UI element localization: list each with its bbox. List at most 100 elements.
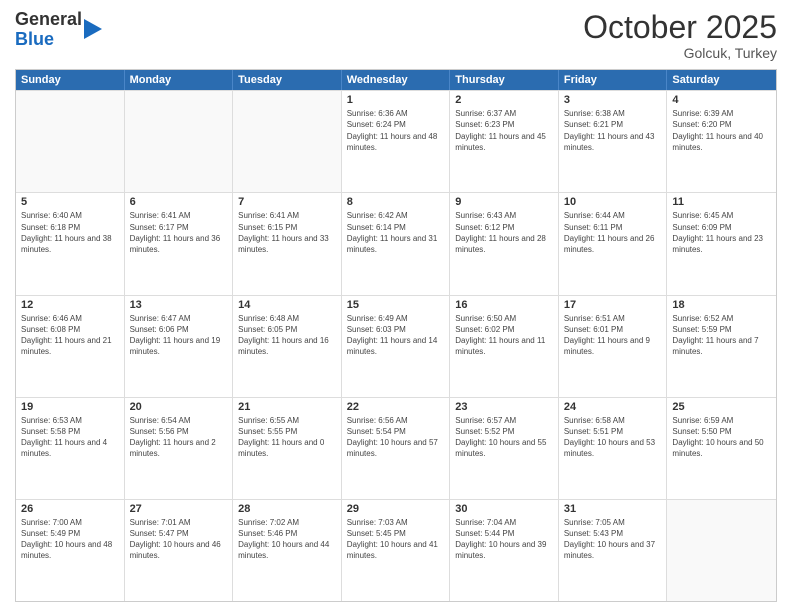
logo-general: General bbox=[15, 9, 82, 29]
day-cell-7: 7 Sunrise: 6:41 AM Sunset: 6:15 PM Daylig… bbox=[233, 193, 342, 294]
day-cell-16: 16 Sunrise: 6:50 AM Sunset: 6:02 PM Dayli… bbox=[450, 296, 559, 397]
day-info: Sunrise: 6:41 AM Sunset: 6:15 PM Dayligh… bbox=[238, 210, 336, 255]
calendar-row-3: 19 Sunrise: 6:53 AM Sunset: 5:58 PM Dayli… bbox=[16, 397, 776, 499]
day-cell-28: 28 Sunrise: 7:02 AM Sunset: 5:46 PM Dayli… bbox=[233, 500, 342, 601]
day-cell-15: 15 Sunrise: 6:49 AM Sunset: 6:03 PM Dayli… bbox=[342, 296, 451, 397]
day-info: Sunrise: 6:53 AM Sunset: 5:58 PM Dayligh… bbox=[21, 415, 119, 460]
day-info: Sunrise: 6:54 AM Sunset: 5:56 PM Dayligh… bbox=[130, 415, 228, 460]
day-cell-14: 14Sunrise: 6:48 AM Sunset: 6:05 PM Dayli… bbox=[233, 296, 342, 397]
day-cell-23: 23 Sunrise: 6:57 AM Sunset: 5:52 PM Dayli… bbox=[450, 398, 559, 499]
logo-icon bbox=[84, 19, 102, 41]
month-title: October 2025 bbox=[583, 10, 777, 45]
empty-cell bbox=[233, 91, 342, 192]
day-cell-25: 25 Sunrise: 6:59 AM Sunset: 5:50 PM Dayli… bbox=[667, 398, 776, 499]
day-number: 13 bbox=[130, 299, 228, 311]
header-day-monday: Monday bbox=[125, 70, 234, 90]
day-cell-29: 29Sunrise: 7:03 AM Sunset: 5:45 PM Dayli… bbox=[342, 500, 451, 601]
day-number: 26 bbox=[21, 503, 119, 515]
day-info: Sunrise: 6:55 AM Sunset: 5:55 PM Dayligh… bbox=[238, 415, 336, 460]
header-day-tuesday: Tuesday bbox=[233, 70, 342, 90]
day-number: 7 bbox=[238, 196, 336, 208]
day-info: Sunrise: 6:39 AM Sunset: 6:20 PM Dayligh… bbox=[672, 108, 771, 153]
day-cell-11: 11Sunrise: 6:45 AM Sunset: 6:09 PM Dayli… bbox=[667, 193, 776, 294]
day-number: 12 bbox=[21, 299, 119, 311]
day-cell-21: 21 Sunrise: 6:55 AM Sunset: 5:55 PM Dayli… bbox=[233, 398, 342, 499]
day-cell-30: 30 Sunrise: 7:04 AM Sunset: 5:44 PM Dayli… bbox=[450, 500, 559, 601]
day-cell-1: 1Sunrise: 6:36 AM Sunset: 6:24 PM Daylig… bbox=[342, 91, 451, 192]
calendar-header: SundayMondayTuesdayWednesdayThursdayFrid… bbox=[16, 70, 776, 90]
day-number: 21 bbox=[238, 401, 336, 413]
day-cell-31: 31 Sunrise: 7:05 AM Sunset: 5:43 PM Dayli… bbox=[559, 500, 668, 601]
header-day-thursday: Thursday bbox=[450, 70, 559, 90]
day-info: Sunrise: 7:01 AM Sunset: 5:47 PM Dayligh… bbox=[130, 517, 228, 562]
day-number: 27 bbox=[130, 503, 228, 515]
day-number: 8 bbox=[347, 196, 445, 208]
day-number: 23 bbox=[455, 401, 553, 413]
day-number: 10 bbox=[564, 196, 662, 208]
day-info: Sunrise: 6:44 AM Sunset: 6:11 PM Dayligh… bbox=[564, 210, 662, 255]
day-info: Sunrise: 7:05 AM Sunset: 5:43 PM Dayligh… bbox=[564, 517, 662, 562]
day-number: 4 bbox=[672, 94, 771, 106]
empty-cell bbox=[125, 91, 234, 192]
page: General Blue October 2025 Golcuk, Turkey… bbox=[0, 0, 792, 612]
day-info: Sunrise: 6:37 AM Sunset: 6:23 PM Dayligh… bbox=[455, 108, 553, 153]
day-info: Sunrise: 6:41 AM Sunset: 6:17 PM Dayligh… bbox=[130, 210, 228, 255]
day-number: 19 bbox=[21, 401, 119, 413]
day-info: Sunrise: 6:38 AM Sunset: 6:21 PM Dayligh… bbox=[564, 108, 662, 153]
day-cell-17: 17 Sunrise: 6:51 AM Sunset: 6:01 PM Dayli… bbox=[559, 296, 668, 397]
day-number: 25 bbox=[672, 401, 771, 413]
day-cell-10: 10 Sunrise: 6:44 AM Sunset: 6:11 PM Dayli… bbox=[559, 193, 668, 294]
day-info: Sunrise: 6:51 AM Sunset: 6:01 PM Dayligh… bbox=[564, 313, 662, 358]
title-area: October 2025 Golcuk, Turkey bbox=[583, 10, 777, 61]
location: Golcuk, Turkey bbox=[583, 45, 777, 61]
header-day-friday: Friday bbox=[559, 70, 668, 90]
day-cell-20: 20 Sunrise: 6:54 AM Sunset: 5:56 PM Dayli… bbox=[125, 398, 234, 499]
day-info: Sunrise: 6:43 AM Sunset: 6:12 PM Dayligh… bbox=[455, 210, 553, 255]
day-info: Sunrise: 6:57 AM Sunset: 5:52 PM Dayligh… bbox=[455, 415, 553, 460]
day-cell-18: 18 Sunrise: 6:52 AM Sunset: 5:59 PM Dayli… bbox=[667, 296, 776, 397]
day-number: 17 bbox=[564, 299, 662, 311]
day-info: Sunrise: 7:00 AM Sunset: 5:49 PM Dayligh… bbox=[21, 517, 119, 562]
day-cell-2: 2 Sunrise: 6:37 AM Sunset: 6:23 PM Daylig… bbox=[450, 91, 559, 192]
day-info: Sunrise: 6:59 AM Sunset: 5:50 PM Dayligh… bbox=[672, 415, 771, 460]
day-number: 24 bbox=[564, 401, 662, 413]
calendar-row-4: 26 Sunrise: 7:00 AM Sunset: 5:49 PM Dayli… bbox=[16, 499, 776, 601]
calendar-body: 1Sunrise: 6:36 AM Sunset: 6:24 PM Daylig… bbox=[16, 90, 776, 601]
day-cell-26: 26 Sunrise: 7:00 AM Sunset: 5:49 PM Dayli… bbox=[16, 500, 125, 601]
day-info: Sunrise: 7:04 AM Sunset: 5:44 PM Dayligh… bbox=[455, 517, 553, 562]
day-number: 31 bbox=[564, 503, 662, 515]
header-day-sunday: Sunday bbox=[16, 70, 125, 90]
logo-text: General Blue bbox=[15, 10, 102, 50]
header: General Blue October 2025 Golcuk, Turkey bbox=[15, 10, 777, 61]
day-info: Sunrise: 6:52 AM Sunset: 5:59 PM Dayligh… bbox=[672, 313, 771, 358]
day-cell-12: 12 Sunrise: 6:46 AM Sunset: 6:08 PM Dayli… bbox=[16, 296, 125, 397]
day-info: Sunrise: 6:46 AM Sunset: 6:08 PM Dayligh… bbox=[21, 313, 119, 358]
day-number: 9 bbox=[455, 196, 553, 208]
calendar-row-2: 12 Sunrise: 6:46 AM Sunset: 6:08 PM Dayli… bbox=[16, 295, 776, 397]
day-info: Sunrise: 6:58 AM Sunset: 5:51 PM Dayligh… bbox=[564, 415, 662, 460]
day-number: 3 bbox=[564, 94, 662, 106]
day-number: 30 bbox=[455, 503, 553, 515]
day-info: Sunrise: 6:48 AM Sunset: 6:05 PM Dayligh… bbox=[238, 313, 336, 358]
day-info: Sunrise: 6:36 AM Sunset: 6:24 PM Dayligh… bbox=[347, 108, 445, 153]
day-info: Sunrise: 6:49 AM Sunset: 6:03 PM Dayligh… bbox=[347, 313, 445, 358]
day-cell-22: 22Sunrise: 6:56 AM Sunset: 5:54 PM Dayli… bbox=[342, 398, 451, 499]
day-cell-13: 13Sunrise: 6:47 AM Sunset: 6:06 PM Dayli… bbox=[125, 296, 234, 397]
day-cell-9: 9 Sunrise: 6:43 AM Sunset: 6:12 PM Daylig… bbox=[450, 193, 559, 294]
calendar: SundayMondayTuesdayWednesdayThursdayFrid… bbox=[15, 69, 777, 602]
day-number: 16 bbox=[455, 299, 553, 311]
empty-cell bbox=[667, 500, 776, 601]
day-number: 20 bbox=[130, 401, 228, 413]
header-day-wednesday: Wednesday bbox=[342, 70, 451, 90]
day-cell-4: 4 Sunrise: 6:39 AM Sunset: 6:20 PM Daylig… bbox=[667, 91, 776, 192]
day-number: 22 bbox=[347, 401, 445, 413]
day-number: 15 bbox=[347, 299, 445, 311]
day-cell-3: 3 Sunrise: 6:38 AM Sunset: 6:21 PM Daylig… bbox=[559, 91, 668, 192]
day-number: 2 bbox=[455, 94, 553, 106]
day-info: Sunrise: 7:02 AM Sunset: 5:46 PM Dayligh… bbox=[238, 517, 336, 562]
day-cell-27: 27 Sunrise: 7:01 AM Sunset: 5:47 PM Dayli… bbox=[125, 500, 234, 601]
day-number: 28 bbox=[238, 503, 336, 515]
day-info: Sunrise: 6:50 AM Sunset: 6:02 PM Dayligh… bbox=[455, 313, 553, 358]
day-number: 18 bbox=[672, 299, 771, 311]
calendar-row-1: 5Sunrise: 6:40 AM Sunset: 6:18 PM Daylig… bbox=[16, 192, 776, 294]
